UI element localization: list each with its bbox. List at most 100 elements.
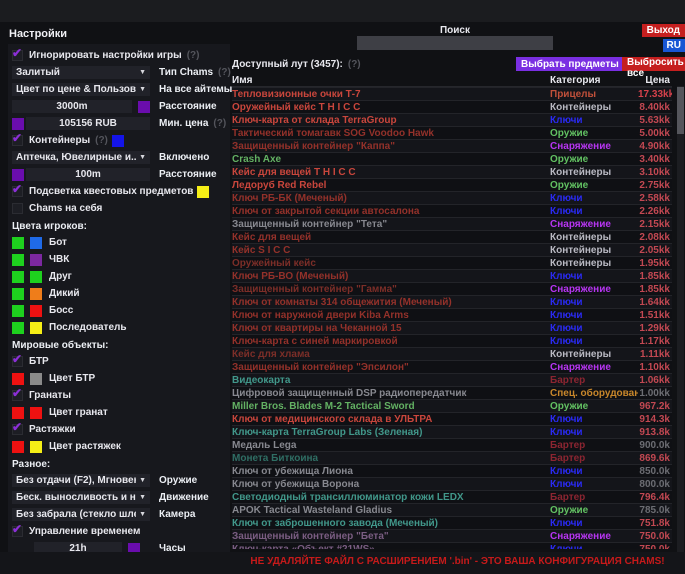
- player-color-swatch-2[interactable]: [30, 237, 42, 249]
- player-color-swatch-2[interactable]: [30, 305, 42, 317]
- table-row[interactable]: Кейс для вещейКонтейнеры2.08kk: [232, 230, 672, 243]
- table-scrollbar[interactable]: [677, 86, 684, 552]
- btr-checkbox[interactable]: ✔: [12, 356, 23, 367]
- table-row[interactable]: Кейс для вещей T H I C CКонтейнеры3.10kk: [232, 165, 672, 178]
- item-price: 4.90kk: [638, 141, 672, 152]
- table-row[interactable]: Кейс S I C CКонтейнеры2.05kk: [232, 243, 672, 256]
- grenades-checkbox[interactable]: ✔: [12, 390, 23, 401]
- grenade-color-swatch-2[interactable]: [30, 407, 42, 419]
- item-price: 796.4k: [638, 492, 672, 503]
- player-color-swatch-1[interactable]: [12, 322, 24, 334]
- tripwire-color-swatch-2[interactable]: [30, 441, 42, 453]
- min-price-slider[interactable]: 105156 RUB: [26, 117, 150, 130]
- table-row[interactable]: Ключ от убежища ЛионаКлючи850.0k: [232, 464, 672, 477]
- containers-color-swatch[interactable]: [112, 135, 124, 147]
- table-row[interactable]: Ключ-карта с синей маркировкойКлючи1.17k…: [232, 334, 672, 347]
- player-color-swatch-2[interactable]: [30, 254, 42, 266]
- help-icon[interactable]: (?): [348, 59, 361, 70]
- table-row[interactable]: Медаль LegaБартер900.0k: [232, 438, 672, 451]
- table-row[interactable]: Оружейный кейсКонтейнеры1.95kk: [232, 256, 672, 269]
- table-row[interactable]: Crash AxeОружие3.40kk: [232, 152, 672, 165]
- item-category: Бартер: [550, 453, 638, 464]
- containers-checkbox[interactable]: ✔: [12, 135, 23, 146]
- table-row[interactable]: Ключ от медицинского склада в УЛЬТРАКлюч…: [232, 412, 672, 425]
- table-row[interactable]: Ключ РБ-ВО (Меченый)Ключи1.85kk: [232, 269, 672, 282]
- tripwires-checkbox[interactable]: ✔: [12, 424, 23, 435]
- player-color-swatch-2[interactable]: [30, 288, 42, 300]
- table-row[interactable]: ВидеокартаБартер1.06kk: [232, 373, 672, 386]
- player-color-swatch-1[interactable]: [12, 305, 24, 317]
- setting-btr: ✔ БТР: [12, 355, 226, 368]
- table-row[interactable]: Кейс для хламаКонтейнеры1.11kk: [232, 347, 672, 360]
- table-row[interactable]: Miller Bros. Blades M-2 Tactical SwordОр…: [232, 399, 672, 412]
- ignore-game-checkbox[interactable]: ✔: [12, 50, 23, 61]
- time-control-checkbox[interactable]: ✔: [12, 526, 23, 537]
- table-row[interactable]: APOK Tactical Wasteland GladiusОружие785…: [232, 503, 672, 516]
- table-row[interactable]: Защищенный контейнер "Гамма"Снаряжение1.…: [232, 282, 672, 295]
- table-row[interactable]: Защищенный контейнер "Эпсилон"Снаряжение…: [232, 360, 672, 373]
- all-items-dropdown[interactable]: Цвет по цене & Пользователь▼: [12, 83, 150, 96]
- distance-color-swatch[interactable]: [138, 101, 150, 113]
- table-row[interactable]: Ключ от комнаты 314 общежития (Меченый)К…: [232, 295, 672, 308]
- chams-self-checkbox[interactable]: [12, 203, 23, 214]
- containers-distance-slider[interactable]: 100m: [26, 168, 150, 181]
- language-button[interactable]: RU: [663, 39, 685, 52]
- btr-color-swatch-1[interactable]: [12, 373, 24, 385]
- table-row[interactable]: Оружейный кейс T H I C CКонтейнеры8.40kk: [232, 100, 672, 113]
- player-color-swatch-1[interactable]: [12, 288, 24, 300]
- item-category: Прицелы: [550, 89, 638, 100]
- column-header-price[interactable]: Цена: [638, 75, 672, 86]
- table-row[interactable]: Монета БиткоинаБартер869.6k: [232, 451, 672, 464]
- table-row[interactable]: Ключ от квартиры на Чеканной 15Ключи1.29…: [232, 321, 672, 334]
- player-color-swatch-1[interactable]: [12, 254, 24, 266]
- item-price: 17.33kk: [638, 89, 672, 100]
- help-icon[interactable]: (?): [218, 67, 231, 78]
- table-row[interactable]: Защищенный контейнер "Каппа"Снаряжение4.…: [232, 139, 672, 152]
- player-color-swatch-2[interactable]: [30, 322, 42, 334]
- containers-filter-dropdown[interactable]: Аптечка, Ювелирные и...▼: [12, 151, 150, 164]
- item-category: Ключи: [550, 479, 638, 490]
- containers-distance-color-swatch[interactable]: [12, 169, 24, 181]
- table-row[interactable]: Тепловизионные очки Т-7Прицелы17.33kk: [232, 87, 672, 100]
- table-row[interactable]: Ключ-карта от склада TerraGroupКлючи5.63…: [232, 113, 672, 126]
- help-icon[interactable]: (?): [95, 135, 108, 146]
- tripwire-color-swatch-1[interactable]: [12, 441, 24, 453]
- btr-color-swatch-2[interactable]: [30, 373, 42, 385]
- tripwires-label: Растяжки: [29, 424, 76, 435]
- help-icon[interactable]: (?): [187, 50, 200, 61]
- quest-highlight-color-swatch[interactable]: [197, 186, 209, 198]
- movement-dropdown[interactable]: Беск. выносливость и нет уста▼: [12, 491, 150, 504]
- player-color-swatch-1[interactable]: [12, 237, 24, 249]
- table-row[interactable]: Защищенный контейнер "Бета"Снаряжение750…: [232, 529, 672, 542]
- player-color-swatch-1[interactable]: [12, 271, 24, 283]
- table-row[interactable]: Цифровой защищенный DSP радиопередатчикС…: [232, 386, 672, 399]
- table-row[interactable]: Ключ от убежища ВоронаКлючи800.0k: [232, 477, 672, 490]
- table-row[interactable]: Светодиодный трансиллюминатор кожи LEDXБ…: [232, 490, 672, 503]
- table-row[interactable]: Ключ-карта «Объект #21WS»Ключи750.0k: [232, 542, 672, 549]
- table-row[interactable]: Ключ от заброшенного завода (Меченый)Клю…: [232, 516, 672, 529]
- player-color-swatch-2[interactable]: [30, 271, 42, 283]
- chams-type-dropdown[interactable]: Залитый▼: [12, 66, 150, 79]
- item-category: Снаряжение: [550, 531, 638, 542]
- weapon-dropdown[interactable]: Без отдачи (F2), Мгновенное п▼: [12, 474, 150, 487]
- table-row[interactable]: Тактический томагавк SOG Voodoo HawkОруж…: [232, 126, 672, 139]
- table-row[interactable]: Ключ от закрытой секции автосалонаКлючи2…: [232, 204, 672, 217]
- discard-all-button[interactable]: Выбросить все: [622, 57, 685, 71]
- exit-button[interactable]: Выход: [642, 24, 685, 37]
- quest-highlight-checkbox[interactable]: ✔: [12, 186, 23, 197]
- help-icon[interactable]: (?): [213, 118, 226, 129]
- camera-dropdown[interactable]: Без забрала (стекло шлема)▼: [12, 508, 150, 521]
- table-row[interactable]: Защищенный контейнер "Тета"Снаряжение2.1…: [232, 217, 672, 230]
- table-row[interactable]: Ключ-карта TerraGroup Labs (Зеленая)Ключ…: [232, 425, 672, 438]
- distance-slider[interactable]: 3000m: [12, 100, 132, 113]
- grenade-color-swatch-1[interactable]: [12, 407, 24, 419]
- column-header-name[interactable]: Имя: [232, 75, 550, 86]
- search-input[interactable]: [357, 36, 553, 50]
- table-scrollbar-thumb[interactable]: [677, 87, 684, 134]
- table-row[interactable]: Ледоруб Red RebelОружие2.75kk: [232, 178, 672, 191]
- setting-tripwires: ✔ Растяжки: [12, 423, 226, 436]
- min-price-color-swatch[interactable]: [12, 118, 24, 130]
- table-row[interactable]: Ключ от наружной двери Kiba ArmsКлючи1.5…: [232, 308, 672, 321]
- table-row[interactable]: Ключ РБ-БК (Меченый)Ключи2.58kk: [232, 191, 672, 204]
- column-header-category[interactable]: Категория: [550, 75, 638, 86]
